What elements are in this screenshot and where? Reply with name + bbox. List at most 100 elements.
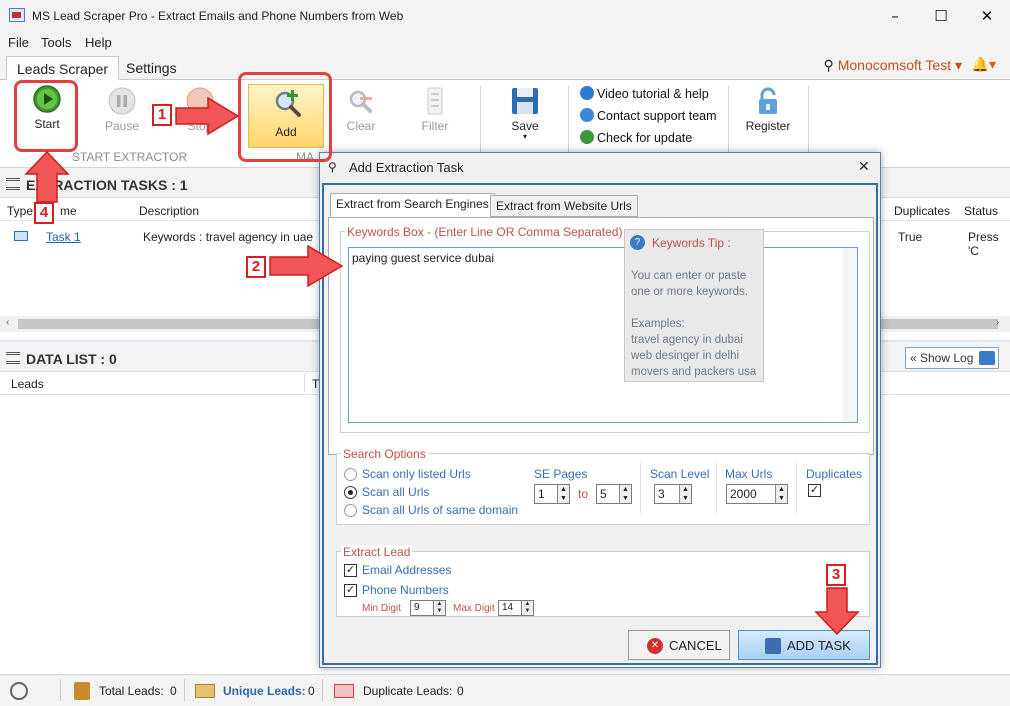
annotation-start-highlight <box>14 80 78 152</box>
tab-website-urls[interactable]: Extract from Website Urls <box>490 195 638 217</box>
status-bar: Total Leads: 0 Unique Leads: 0 Duplicate… <box>0 674 1010 706</box>
annotation-number-1: 1 <box>152 104 172 126</box>
radio-all-urls[interactable] <box>344 486 357 499</box>
options-divider <box>796 463 797 513</box>
keywords-scrollbar[interactable] <box>843 248 857 422</box>
tab-search-engines[interactable]: Extract from Search Engines <box>330 193 495 217</box>
check-update-link[interactable]: Check for update <box>580 130 692 145</box>
keywords-value: paying guest service dubai <box>352 251 495 265</box>
annotation-arrow-3 <box>814 587 860 636</box>
clear-label: Clear <box>346 119 376 133</box>
add-task-label: ADD TASK <box>787 638 851 653</box>
phone-label[interactable]: Phone Numbers <box>362 583 449 597</box>
filter-button[interactable]: Filter <box>414 86 456 133</box>
radio-same-domain-label[interactable]: Scan all Urls of same domain <box>362 503 518 517</box>
total-leads-label: Total Leads: <box>99 684 164 698</box>
task-description: Keywords : travel agency in uae <box>143 230 314 244</box>
update-icon <box>580 130 594 144</box>
app-icon <box>9 8 25 22</box>
phone-checkbox[interactable]: ✓ <box>344 584 357 597</box>
unique-leads-value: 0 <box>308 684 315 698</box>
radio-listed-urls[interactable] <box>344 468 357 481</box>
dialog-title: Add Extraction Task <box>349 160 464 175</box>
show-log-button[interactable]: « Show Log <box>905 347 999 369</box>
col-type[interactable]: Type <box>7 204 33 218</box>
se-pages-label: SE Pages <box>534 467 588 481</box>
title-bar: MS Lead Scraper Pro - Extract Emails and… <box>0 0 1010 32</box>
scan-level-label: Scan Level <box>650 467 710 481</box>
tip-example: movers and packers usa <box>631 366 757 378</box>
menu-help[interactable]: Help <box>85 35 112 50</box>
tip-example: travel agency in dubai <box>631 334 743 346</box>
save-button[interactable]: Save ▾ <box>502 86 548 141</box>
scan-level-input[interactable]: 3 ▲ ▼ <box>654 484 692 504</box>
scroll-right-icon[interactable]: › <box>996 317 999 328</box>
radio-all-urls-label[interactable]: Scan all Urls <box>362 485 429 499</box>
task-type-icon <box>14 231 28 241</box>
window-title: MS Lead Scraper Pro - Extract Emails and… <box>32 9 404 23</box>
task-name-link[interactable]: Task 1 <box>46 230 81 244</box>
annotation-number-2: 2 <box>246 256 266 278</box>
contact-support-link[interactable]: Contact support team <box>580 108 717 123</box>
clear-button[interactable]: Clear <box>340 86 382 133</box>
user-menu[interactable]: ⚲ Monocomsoft Test ▾ <box>823 57 962 74</box>
duplicates-checkbox[interactable]: ✓ <box>808 484 821 497</box>
radio-same-domain[interactable] <box>344 504 357 517</box>
email-checkbox[interactable]: ✓ <box>344 564 357 577</box>
ribbon-separator <box>480 86 481 162</box>
data-title: DATA LIST : 0 <box>26 351 117 367</box>
annotation-number-3: 3 <box>826 564 846 586</box>
register-button[interactable]: Register <box>742 86 794 133</box>
total-leads-icon <box>74 682 90 700</box>
keywords-legend: Keywords Box - (Enter Line OR Comma Sepa… <box>345 225 625 239</box>
radio-listed-urls-label[interactable]: Scan only listed Urls <box>362 467 471 481</box>
tab-leads-scraper[interactable]: Leads Scraper <box>6 56 120 80</box>
tip-examples-label: Examples: <box>631 318 685 330</box>
notification-icon[interactable]: 🔔▾ <box>972 56 996 73</box>
filter-label: Filter <box>421 119 449 133</box>
list-icon <box>6 352 20 364</box>
duplicate-leads-value: 0 <box>457 684 464 698</box>
scroll-left-icon[interactable]: ‹ <box>6 317 9 328</box>
filter-icon <box>427 87 443 115</box>
user-icon: ⚲ <box>823 57 834 73</box>
keywords-textarea[interactable]: paying guest service dubai <box>348 247 858 423</box>
link-icon <box>979 351 995 365</box>
status-divider <box>60 679 61 701</box>
email-label[interactable]: Email Addresses <box>362 563 451 577</box>
video-tutorial-link[interactable]: Video tutorial & help <box>580 86 709 101</box>
save-dropdown-icon[interactable]: ▾ <box>502 133 548 141</box>
tip-title: Keywords Tip : <box>652 236 731 250</box>
se-pages-from-input[interactable]: 1 ▲ ▼ <box>534 484 570 504</box>
to-label: to <box>578 487 589 501</box>
help-icon <box>580 86 594 100</box>
minimize-button[interactable]: – <box>872 0 918 32</box>
min-digit-input[interactable]: 9 ▲ ▼ <box>410 600 446 616</box>
help-icon: ? <box>630 235 645 250</box>
close-button[interactable]: ✕ <box>964 0 1010 32</box>
clear-search-icon <box>349 90 372 113</box>
col-description[interactable]: Description <box>139 204 199 218</box>
menu-file[interactable]: File <box>8 35 29 50</box>
cancel-button[interactable]: ✕ CANCEL <box>628 630 730 660</box>
pause-button[interactable]: Pause <box>100 86 144 133</box>
max-urls-label: Max Urls <box>725 467 773 481</box>
menu-tools[interactable]: Tools <box>41 35 71 50</box>
max-urls-input[interactable]: 2000 ▲ ▼ <box>726 484 788 504</box>
se-pages-to-input[interactable]: 5 ▲ ▼ <box>596 484 632 504</box>
col-name[interactable]: me <box>60 204 77 218</box>
task-status: Press 'C <box>968 230 999 258</box>
start-extractor-group-label: START EXTRACTOR <box>72 150 188 164</box>
duplicates-label: Duplicates <box>806 467 863 481</box>
clock-icon <box>10 682 28 700</box>
options-divider <box>716 463 717 513</box>
maximize-button[interactable]: ☐ <box>918 0 964 32</box>
col-status[interactable]: Status <box>964 204 998 218</box>
tab-settings[interactable]: Settings <box>116 56 187 80</box>
max-digit-input[interactable]: 14 ▲ ▼ <box>498 600 534 616</box>
col-duplicates[interactable]: Duplicates <box>894 204 950 218</box>
status-divider <box>322 679 323 701</box>
dialog-close-button[interactable]: ✕ <box>858 158 870 175</box>
col-leads[interactable]: Leads <box>11 377 44 391</box>
padlock-icon <box>759 87 777 114</box>
